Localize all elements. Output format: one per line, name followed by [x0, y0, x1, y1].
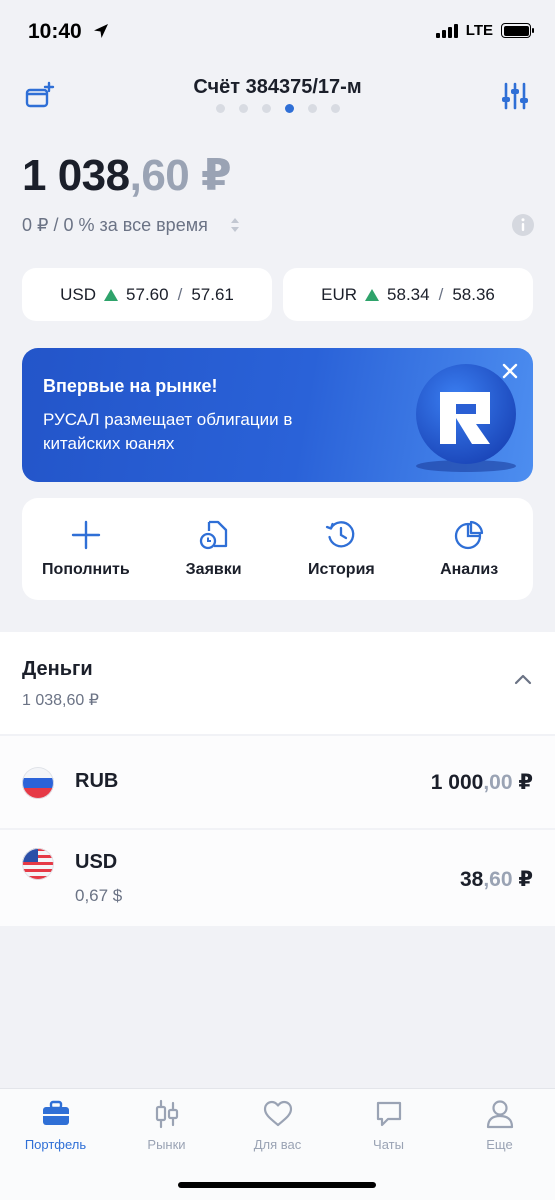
deposit-button[interactable]: Пополнить [22, 498, 150, 600]
history-icon [326, 521, 355, 548]
rate-bid: 57.60 [126, 284, 169, 304]
money-total: 1 038,60 ₽ [22, 692, 99, 709]
pager-dot[interactable] [238, 104, 248, 113]
action-label: Пополнить [42, 561, 130, 578]
tab-portfolio[interactable]: Портфель [0, 1099, 111, 1152]
banner-text: РУСАЛ размещает облигации в китайских юа… [43, 410, 293, 453]
location-arrow-icon [94, 24, 108, 38]
pager-dot[interactable] [284, 104, 294, 113]
account-title[interactable]: Счёт 384375/17-м [0, 76, 555, 99]
value-currency: ₽ [512, 868, 533, 891]
value-currency: ₽ [512, 771, 533, 794]
rate-currency: USD [60, 284, 97, 304]
plus-icon [71, 520, 101, 550]
portfolio-balance: 1 038,60 ₽ [22, 150, 232, 201]
pnl-text[interactable]: 0 ₽ / 0 % за все время [22, 215, 208, 236]
chevron-up-icon[interactable] [513, 672, 533, 686]
candlestick-icon [155, 1099, 178, 1129]
orders-icon [199, 520, 227, 550]
tab-chats[interactable]: Чаты [333, 1099, 444, 1152]
usa-flag-icon [22, 848, 54, 880]
currency-code: USD [75, 851, 118, 873]
pager-dot[interactable] [330, 104, 340, 113]
tab-label: Чаты [373, 1137, 404, 1152]
currency-value: 38,60 ₽ [460, 867, 533, 892]
tab-markets[interactable]: Рынки [111, 1099, 222, 1152]
chat-icon [376, 1101, 401, 1127]
network-type: LTE [465, 22, 493, 39]
heart-icon [263, 1100, 292, 1127]
eur-rate-card[interactable]: EUR 58.34 / 58.36 [283, 268, 533, 321]
status-indicators: LTE [435, 22, 534, 39]
tab-label: Рынки [147, 1137, 186, 1152]
pager-dot[interactable] [307, 104, 317, 113]
money-row-rub[interactable]: RUB 1 000,00 ₽ [0, 736, 555, 828]
orders-button[interactable]: Заявки [150, 498, 278, 600]
rate-separator: / [177, 284, 183, 304]
home-indicator[interactable] [178, 1182, 376, 1188]
action-label: Заявки [185, 561, 242, 578]
signal-icon [435, 23, 458, 38]
usd-rate-card[interactable]: USD 57.60 / 57.61 [22, 268, 272, 321]
close-icon[interactable] [501, 362, 519, 380]
profile-icon [486, 1100, 513, 1129]
briefcase-icon [42, 1100, 69, 1125]
currency-value: 1 000,00 ₽ [431, 770, 533, 795]
rate-ask: 58.36 [452, 284, 495, 304]
action-label: История [308, 561, 375, 578]
balance-fraction: ,60 ₽ [129, 151, 232, 200]
account-pager[interactable] [0, 104, 555, 113]
battery-icon [501, 23, 534, 38]
rate-separator: / [438, 284, 444, 304]
rate-ask: 57.61 [191, 284, 234, 304]
tab-more[interactable]: Еще [444, 1099, 555, 1152]
value-fraction: ,00 [483, 771, 513, 794]
promo-banner[interactable]: Впервые на рынке! РУСАЛ размещает облига… [22, 348, 533, 482]
info-icon[interactable] [511, 213, 535, 237]
value-whole: 38 [459, 868, 484, 891]
currency-amount: 0,67 $ [75, 886, 123, 905]
status-time: 10:40 [28, 20, 82, 43]
banner-title: Впервые на рынке! [43, 376, 218, 396]
tab-label: Портфель [24, 1137, 87, 1152]
pager-dot[interactable] [261, 104, 271, 113]
trend-up-icon [365, 288, 380, 301]
action-label: Анализ [440, 561, 499, 578]
value-fraction: ,60 [483, 868, 513, 891]
trend-up-icon [104, 288, 119, 301]
balance-whole: 1 038 [22, 151, 130, 200]
sort-toggle-icon[interactable] [229, 216, 241, 234]
money-row-usd[interactable]: USD 0,67 $ 38,60 ₽ [0, 830, 555, 926]
analysis-button[interactable]: Анализ [405, 498, 533, 600]
rate-bid: 58.34 [387, 284, 430, 304]
rate-currency: EUR [321, 284, 358, 304]
tab-label: Для вас [253, 1137, 302, 1152]
tab-label: Еще [486, 1137, 513, 1152]
money-section-header[interactable]: Деньги 1 038,60 ₽ [0, 632, 555, 734]
value-whole: 1 000 [430, 771, 484, 794]
currency-code: RUB [75, 770, 119, 792]
quick-actions: Пополнить Заявки История Анализ [22, 498, 533, 600]
settings-sliders-icon[interactable] [499, 80, 531, 112]
tab-for-you[interactable]: Для вас [222, 1099, 333, 1152]
pie-chart-icon [454, 520, 484, 550]
history-button[interactable]: История [278, 498, 406, 600]
pager-dot[interactable] [215, 104, 225, 113]
russia-flag-icon [22, 767, 54, 799]
money-title: Деньги [22, 658, 93, 680]
